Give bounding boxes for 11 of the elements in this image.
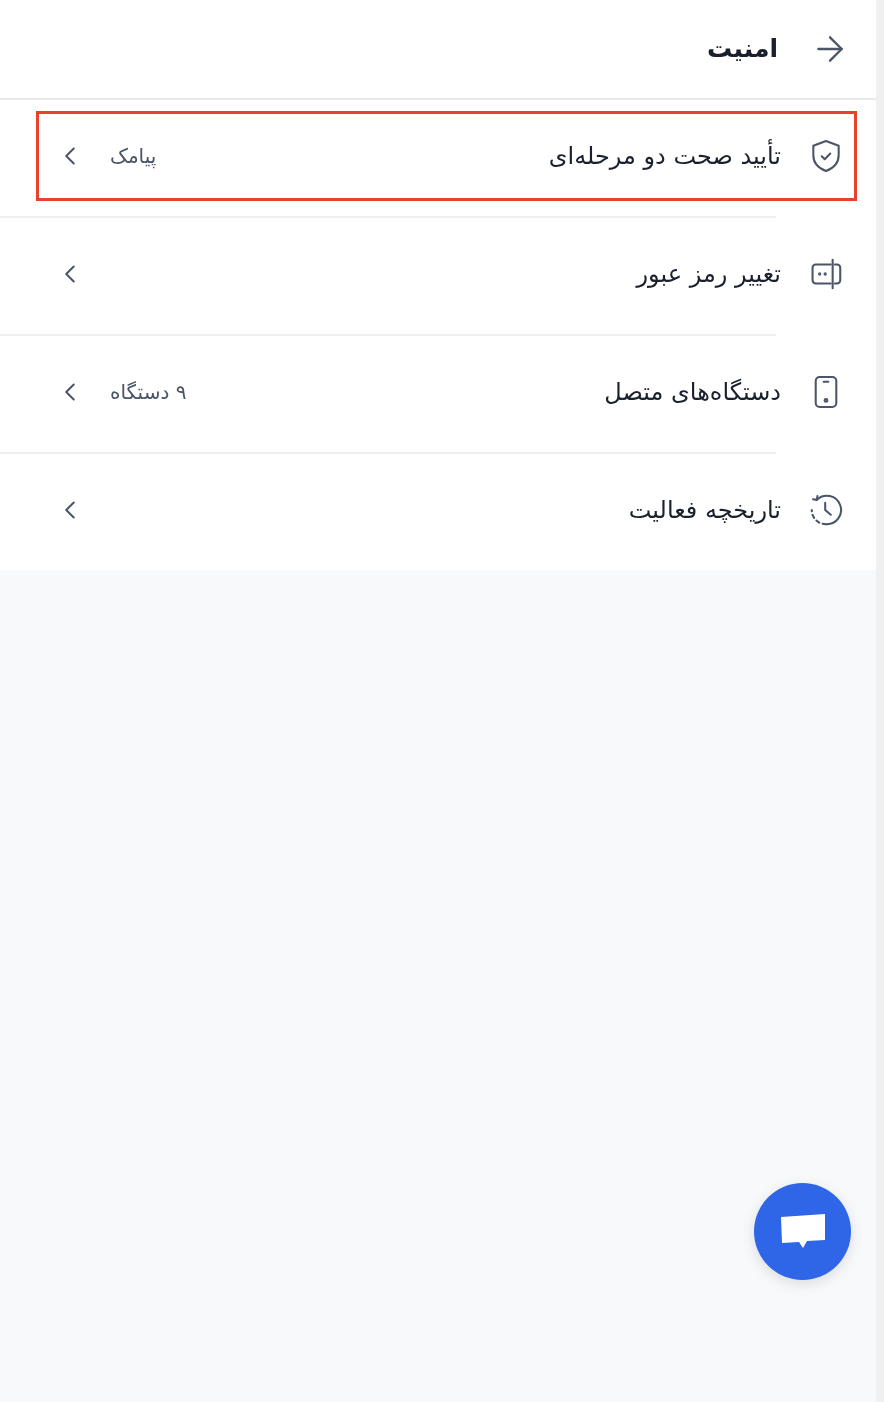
row-label: تأیید صحت دو مرحله‌ای: [548, 138, 781, 172]
row-value: پیامک: [110, 143, 157, 171]
row-label: تاریخچه فعالیت: [628, 494, 781, 526]
page-title: امنیت: [707, 33, 778, 65]
row-label: تغییر رمز عبور: [636, 258, 781, 290]
row-value: ۹ دستگاه: [110, 379, 187, 406]
settings-row[interactable]: تأیید صحت دو مرحله‌ای پیامک: [36, 111, 857, 201]
settings-row[interactable]: تغییر رمز عبور: [36, 229, 857, 319]
settings-row[interactable]: تاریخچه فعالیت: [36, 465, 857, 555]
settings-row[interactable]: دستگاه‌های متصل ۹ دستگاه: [36, 347, 857, 437]
row-label: دستگاه‌های متصل: [604, 376, 781, 408]
